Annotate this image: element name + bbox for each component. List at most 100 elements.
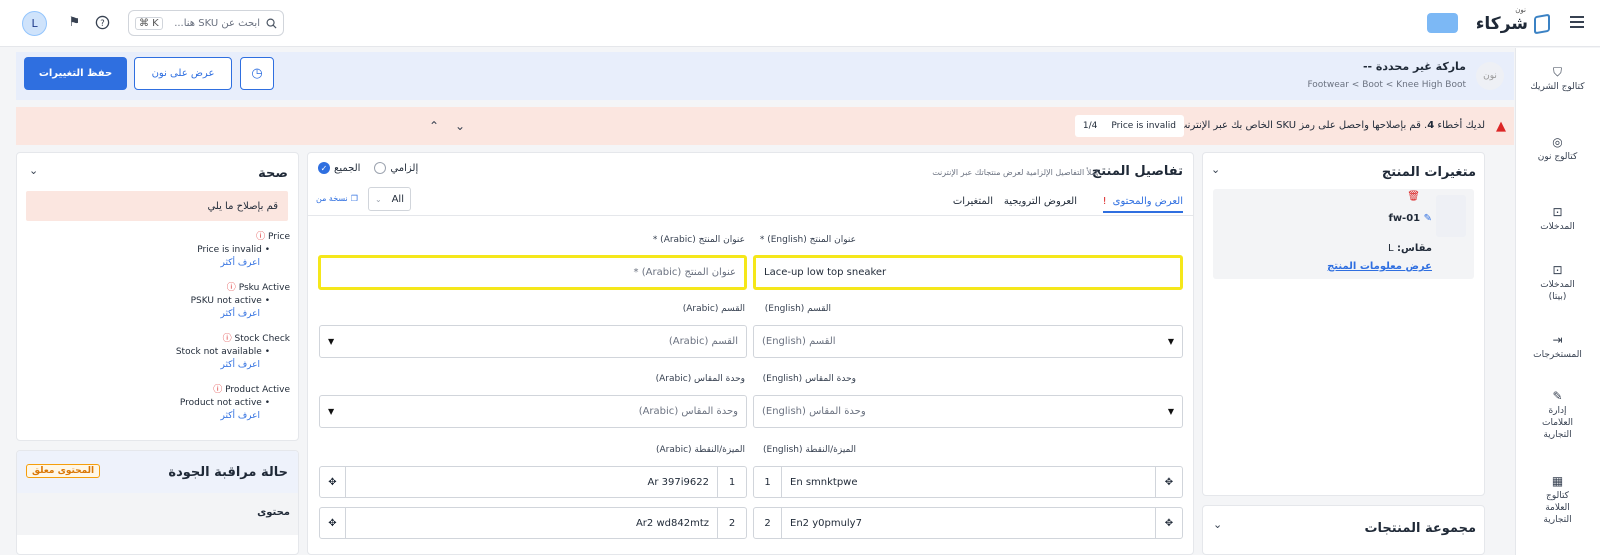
error-current: 1/4 Price is invalid	[1074, 115, 1184, 137]
unit-en-label: (English) وحدة المقاس	[762, 374, 856, 384]
feature-value[interactable]: Ar2 wd842mtz	[346, 508, 718, 538]
error-position: 1/4	[1082, 121, 1098, 131]
logo[interactable]: شركاء نون	[1476, 6, 1550, 36]
chevron-down-icon[interactable]: ⌄	[449, 115, 471, 137]
brand-logo-placeholder: نون	[1476, 62, 1504, 90]
error-message: لديك أخطاء 4. قم بإصلاحها واحصل على رمز …	[1177, 120, 1485, 131]
save-button[interactable]: حفظ التغييرات	[24, 57, 127, 90]
unit-en-select[interactable]: (English) وحدة المقاس ▼	[753, 395, 1183, 428]
feature-en-row[interactable]: 2 En2 y0pmuly7 ✥	[753, 507, 1183, 539]
filter-all[interactable]: ✓ الجميع	[318, 162, 360, 174]
details-subtitle: املأ التفاصيل الإلزامية لعرض منتجاتك عبر…	[932, 168, 1098, 177]
help-icon[interactable]: ?	[94, 14, 111, 31]
drag-handle-icon[interactable]: ✥	[320, 467, 346, 497]
chevron-down-icon[interactable]: ⌄	[1211, 163, 1220, 176]
store-switch-button[interactable]	[1427, 13, 1458, 33]
caret-down-icon: ▼	[1167, 407, 1174, 416]
sidebar-item-brand-management[interactable]: ✎ إدارة العلامات التجارية	[1515, 388, 1600, 441]
filter-group: ✓ الجميع إلزامي	[318, 162, 418, 174]
copy-icon: ❐	[350, 194, 358, 203]
chevron-down-icon[interactable]: ⌄	[29, 164, 38, 177]
sidebar-item-inputs[interactable]: ⊡ المدخلات	[1515, 204, 1600, 233]
error-circle-icon: ⓘ	[256, 232, 266, 242]
tab-display-content[interactable]: العرض والمحتوى!	[1102, 196, 1183, 213]
tabs-divider	[308, 215, 1193, 216]
check-circle-icon: ✓	[318, 162, 330, 174]
sidebar-item-exports[interactable]: ⇥ المستخرجات	[1515, 332, 1600, 361]
chevron-down-icon[interactable]: ⌄	[1213, 518, 1222, 531]
variant-card[interactable]: 🗑 fw-01 ✎ مقاس: L عرض معلومات المنتج	[1213, 189, 1474, 279]
feature-index: 1	[728, 476, 736, 488]
error-circle-icon: ⓘ	[222, 334, 232, 344]
chevron-down-icon: ⌄	[375, 194, 382, 204]
variant-image-placeholder	[1436, 195, 1466, 237]
title-ar-field[interactable]: عنوان المنتج (Arabic) *	[318, 255, 747, 290]
alert-icon: !	[1102, 196, 1107, 207]
product-group-panel: مجموعة المنتجات ⌄	[1202, 505, 1485, 555]
sidebar-item-inputs-beta[interactable]: ⊡ المدخلات (بيتا)	[1515, 262, 1600, 303]
sidebar-item-brand-catalog[interactable]: ▦ كتالوج العلامة التجارية	[1515, 473, 1600, 526]
warning-icon: ▲	[1496, 119, 1506, 134]
feature-ar-row[interactable]: ✥ Ar2 wd842mtz 2	[319, 507, 747, 539]
feature-value[interactable]: Ar 397i9622	[346, 467, 718, 497]
logo-subtext: نون	[1515, 6, 1526, 14]
dept-en-label: (English) القسم	[764, 304, 831, 314]
search-input[interactable]: ابحث عن SKU هنا... ⌘ K	[128, 10, 284, 36]
trash-icon[interactable]: 🗑	[1407, 191, 1420, 202]
dept-ar-select[interactable]: القسم (Arabic) ▼	[319, 325, 747, 358]
dept-ar-label: القسم (Arabic)	[682, 304, 745, 314]
caret-down-icon: ▼	[328, 407, 335, 416]
view-on-noon-button[interactable]: عرض على نون	[134, 57, 232, 90]
copy-from-button[interactable]: ❐ نسخة من	[316, 194, 358, 203]
drag-handle-icon[interactable]: ✥	[1156, 467, 1182, 497]
feature-en-row[interactable]: 1 En smnktpwe ✥	[753, 466, 1183, 498]
avatar[interactable]: L	[22, 11, 47, 36]
details-title: تفاصيل المنتج	[1091, 164, 1183, 179]
brand-icon: ✎	[1552, 389, 1563, 403]
caret-down-icon: ▼	[1167, 337, 1174, 346]
dept-en-select[interactable]: (English) القسم ▼	[753, 325, 1183, 358]
logo-mark-icon	[1534, 13, 1550, 35]
language-select[interactable]: ⌄ All	[368, 187, 411, 211]
inbox-icon: ⊡	[1552, 205, 1563, 219]
unit-ar-select[interactable]: وحدة المقاس (Arabic) ▼	[319, 395, 747, 428]
qc-row-label: محتوى	[257, 507, 290, 518]
health-panel: صحة ⌄ قم بإصلاح ما يلي ⓘ Price • Price i…	[16, 152, 299, 441]
drag-handle-icon[interactable]: ✥	[1156, 508, 1182, 538]
filter-mandatory[interactable]: إلزامي	[374, 162, 418, 174]
learn-more-link[interactable]: اعرف أكثر	[180, 411, 261, 421]
feature-value[interactable]: En smnktpwe	[782, 467, 1156, 497]
menu-icon[interactable]	[1570, 16, 1584, 28]
learn-more-link[interactable]: اعرف أكثر	[197, 258, 261, 268]
drag-handle-icon[interactable]: ✥	[320, 508, 346, 538]
sidebar: ⛉ كتالوج الشريك ◎ كتالوج نون ⊡ المدخلات ⊡ ال…	[1515, 48, 1600, 555]
feature-ar-row[interactable]: ✥ Ar 397i9622 1	[319, 466, 747, 498]
history-icon: ◷	[251, 66, 263, 81]
variant-size: مقاس: L	[1387, 243, 1432, 254]
title-en-field[interactable]: Lace-up low top sneaker	[753, 255, 1183, 290]
caret-down-icon: ▼	[328, 337, 335, 346]
learn-more-link[interactable]: اعرف أكثر	[191, 309, 261, 319]
sidebar-item-partner-catalog[interactable]: ⛉ كتالوج الشريك	[1515, 64, 1600, 93]
product-details-panel: تفاصيل المنتج املأ التفاصيل الإلزامية لع…	[307, 152, 1194, 555]
learn-more-link[interactable]: اعرف أكثر	[176, 360, 261, 370]
tab-promotions[interactable]: العروض الترويجية	[1004, 196, 1077, 207]
title-ar-label: عنوان المنتج (Arabic) *	[652, 235, 745, 245]
history-button[interactable]: ◷	[240, 57, 274, 90]
chevron-up-icon[interactable]: ⌃	[423, 115, 445, 137]
feature-value[interactable]: En2 y0pmuly7	[782, 508, 1156, 538]
health-item: ⓘ Psku Active • PSKU not active اعرف أكث…	[190, 283, 290, 319]
error-circle-icon: ⓘ	[226, 283, 236, 293]
radio-icon	[374, 162, 387, 174]
feedback-icon[interactable]: ⚑	[66, 14, 83, 31]
shortcut-hint: ⌘ K	[135, 16, 163, 30]
unit-ar-label: وحدة المقاس (Arabic)	[655, 374, 745, 384]
view-product-info-link[interactable]: عرض معلومات المنتج	[1327, 261, 1432, 272]
health-item: ⓘ Stock Check • Stock not available اعرف…	[175, 334, 290, 370]
tab-variants[interactable]: المتغيرات	[953, 196, 993, 207]
variants-panel: متغيرات المنتج ⌄ 🗑 fw-01 ✎ مقاس: L عرض م…	[1202, 152, 1485, 496]
edit-icon[interactable]: ✎	[1424, 213, 1432, 224]
sidebar-item-noon-catalog[interactable]: ◎ كتالوج نون	[1515, 134, 1600, 163]
error-current-text: Price is invalid	[1111, 121, 1176, 131]
globe-icon: ◎	[1552, 135, 1563, 149]
